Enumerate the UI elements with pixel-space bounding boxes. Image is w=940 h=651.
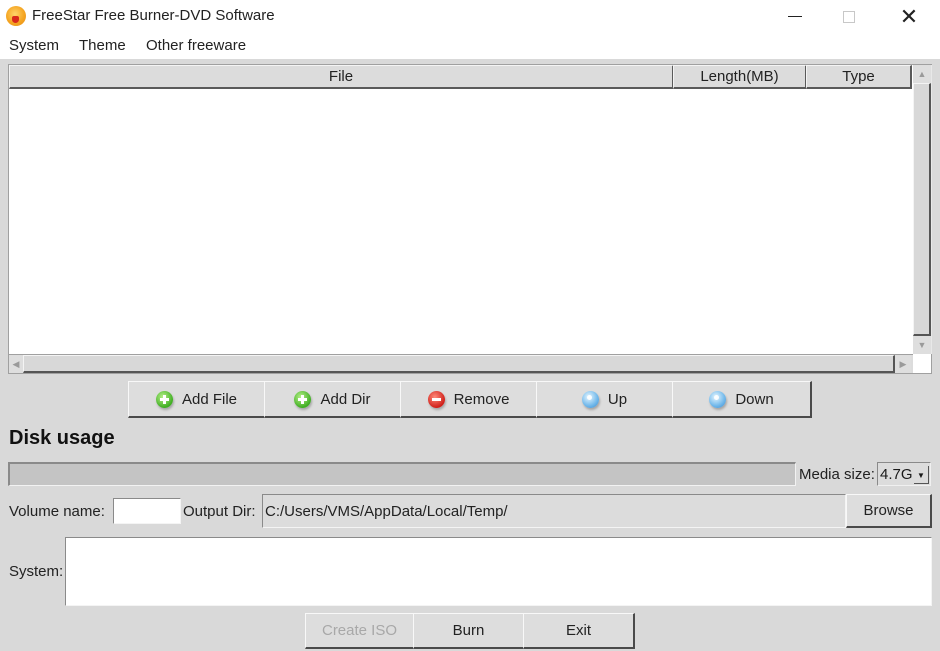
add-dir-label: Add Dir [320, 390, 371, 408]
up-label: Up [607, 390, 628, 408]
add-file-button[interactable]: Add File [128, 381, 266, 418]
down-icon [709, 390, 727, 408]
scroll-down-icon[interactable]: ▼ [913, 336, 931, 354]
volume-name-label: Volume name: [9, 503, 105, 520]
scroll-left-icon[interactable]: ◀ [9, 355, 23, 373]
menu-system[interactable]: System [9, 37, 59, 54]
minimize-icon [788, 16, 802, 17]
horizontal-scrollbar[interactable]: ◀ ▶ [9, 354, 913, 373]
horizontal-scroll-thumb[interactable] [23, 355, 895, 373]
media-size-select[interactable]: 4.7G ▼ [877, 462, 931, 486]
maximize-icon [843, 10, 855, 23]
menu-theme[interactable]: Theme [79, 37, 126, 54]
disk-usage-heading: Disk usage [9, 427, 115, 449]
burn-button[interactable]: Burn [413, 613, 525, 649]
system-log-textarea[interactable] [65, 537, 932, 606]
close-button[interactable]: ✕ [886, 0, 932, 33]
up-icon [581, 390, 599, 408]
disk-usage-bar [8, 462, 796, 486]
menu-other-freeware[interactable]: Other freeware [146, 37, 246, 54]
column-header-file[interactable]: File [9, 65, 674, 89]
media-size-label: Media size: [799, 466, 875, 483]
remove-button[interactable]: Remove [400, 381, 538, 418]
add-icon [155, 390, 173, 408]
remove-icon [427, 390, 445, 408]
column-header-length[interactable]: Length(MB) [673, 65, 807, 89]
exit-button[interactable]: Exit [523, 613, 635, 649]
minimize-button[interactable] [772, 0, 818, 33]
down-label: Down [735, 390, 774, 408]
title-bar: FreeStar Free Burner-DVD Software ✕ [0, 0, 940, 33]
up-button[interactable]: Up [536, 381, 674, 418]
output-dir-label: Output Dir: [183, 503, 256, 520]
app-logo-icon [6, 6, 26, 26]
output-dir-input[interactable] [262, 494, 846, 528]
window-title: FreeStar Free Burner-DVD Software [32, 7, 275, 24]
scroll-right-icon[interactable]: ▶ [895, 355, 911, 373]
remove-label: Remove [453, 390, 510, 408]
vertical-scroll-thumb[interactable] [913, 83, 931, 336]
add-dir-button[interactable]: Add Dir [264, 381, 402, 418]
media-size-value: 4.7G [880, 466, 913, 483]
browse-button[interactable]: Browse [846, 494, 932, 528]
add-icon [294, 390, 312, 408]
vertical-scrollbar[interactable]: ▲ ▼ [913, 65, 932, 354]
system-log-label: System: [9, 563, 64, 580]
down-button[interactable]: Down [672, 381, 812, 418]
file-list-table[interactable]: File Length(MB) Type ▲ ▼ ◀ ▶ [8, 64, 932, 374]
column-header-type[interactable]: Type [806, 65, 912, 89]
menu-bar: System Theme Other freeware [0, 33, 940, 59]
volume-name-input[interactable] [113, 498, 181, 524]
add-file-label: Add File [181, 390, 238, 408]
maximize-button[interactable] [826, 0, 872, 33]
close-icon: ✕ [899, 3, 919, 29]
chevron-down-icon[interactable]: ▼ [914, 466, 929, 484]
scroll-up-icon[interactable]: ▲ [913, 65, 931, 83]
create-iso-button[interactable]: Create ISO [305, 613, 415, 649]
